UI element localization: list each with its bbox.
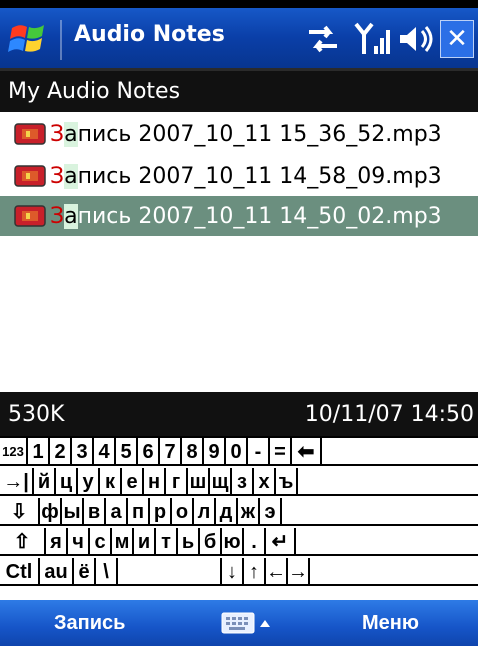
key[interactable]: \ — [96, 558, 118, 586]
tab-key[interactable]: →| — [0, 468, 34, 496]
key[interactable]: ю — [222, 528, 244, 556]
key[interactable]: п — [128, 498, 150, 526]
close-button[interactable]: ✕ — [440, 20, 474, 58]
file-name: Запись 2007_10_11 14_58_09.mp3 — [50, 163, 442, 189]
space-key[interactable] — [118, 558, 222, 586]
keyboard-row: ⇩ ф ы в а п р о л д ж э — [0, 498, 478, 526]
app-title: Audio Notes — [74, 22, 225, 47]
key[interactable]: ф — [40, 498, 62, 526]
key[interactable]: г — [166, 468, 188, 496]
key[interactable]: 2 — [50, 438, 72, 466]
ctrl-key[interactable]: Ctl — [0, 558, 40, 586]
audio-file-icon — [14, 165, 46, 187]
key[interactable]: й — [34, 468, 56, 496]
down-arrow-key[interactable]: ↓ — [222, 558, 244, 586]
file-name: Запись 2007_10_11 15_36_52.mp3 — [50, 121, 442, 147]
enter-key[interactable]: ↵ — [266, 528, 296, 556]
key[interactable]: ж — [238, 498, 260, 526]
key[interactable]: к — [100, 468, 122, 496]
menu-softkey[interactable]: Меню — [362, 612, 419, 635]
caps-key[interactable]: ⇩ — [0, 498, 40, 526]
keyboard-row: →| й ц у к е н г ш щ з х ъ — [0, 468, 478, 496]
key[interactable]: о — [172, 498, 194, 526]
key[interactable]: 6 — [138, 438, 160, 466]
header-title: My Audio Notes — [8, 79, 181, 104]
key[interactable]: б — [200, 528, 222, 556]
key[interactable]: ч — [68, 528, 90, 556]
keyboard-row: 123 1 2 3 4 5 6 7 8 9 0 - = ⬅ — [0, 438, 478, 466]
key[interactable]: з — [232, 468, 254, 496]
key[interactable]: 5 — [116, 438, 138, 466]
key[interactable]: 4 — [94, 438, 116, 466]
record-softkey[interactable]: Запись — [54, 612, 125, 635]
key[interactable]: ъ — [276, 468, 298, 496]
key[interactable]: 0 — [226, 438, 248, 466]
left-arrow-key[interactable]: ← — [266, 558, 288, 586]
signal-icon[interactable] — [352, 20, 392, 58]
key[interactable]: 7 — [160, 438, 182, 466]
shift-key[interactable]: ⇧ — [0, 528, 46, 556]
key[interactable]: 1 — [28, 438, 50, 466]
keyboard-row: Ctl au ё \ ↓ ↑ ← → — [0, 558, 478, 586]
key[interactable]: ё — [74, 558, 96, 586]
backspace-key[interactable]: ⬅ — [292, 438, 322, 466]
file-size: 530K — [8, 402, 65, 427]
key[interactable]: ь — [178, 528, 200, 556]
key[interactable]: = — [270, 438, 292, 466]
key[interactable]: . — [244, 528, 266, 556]
file-row-selected[interactable]: Запись 2007_10_11 14_50_02.mp3 — [0, 196, 478, 236]
file-row[interactable]: Запись 2007_10_11 14_58_09.mp3 — [0, 156, 478, 196]
audio-file-icon — [14, 123, 46, 145]
key[interactable]: и — [134, 528, 156, 556]
key[interactable]: ы — [62, 498, 84, 526]
soft-keyboard: 123 1 2 3 4 5 6 7 8 9 0 - = ⬅ →| й ц у к… — [0, 436, 478, 600]
key[interactable]: - — [248, 438, 270, 466]
key[interactable]: 8 — [182, 438, 204, 466]
key[interactable]: е — [122, 468, 144, 496]
key-123[interactable]: 123 — [0, 438, 28, 466]
title-bar: Audio Notes ✕ — [0, 0, 478, 68]
sync-icon[interactable] — [303, 22, 343, 56]
key[interactable]: р — [150, 498, 172, 526]
volume-icon[interactable] — [396, 22, 436, 56]
status-bar: 530K 10/11/07 14:50 — [0, 392, 478, 436]
key[interactable]: 3 — [72, 438, 94, 466]
file-list: Запись 2007_10_11 15_36_52.mp3 Запись 20… — [0, 112, 478, 392]
key[interactable]: ц — [56, 468, 78, 496]
key[interactable]: д — [216, 498, 238, 526]
menu-bar: Запись Меню — [0, 600, 478, 646]
file-datetime: 10/11/07 14:50 — [304, 402, 474, 427]
up-arrow-key[interactable]: ↑ — [244, 558, 266, 586]
key[interactable]: м — [112, 528, 134, 556]
keyboard-icon[interactable] — [220, 610, 276, 636]
key[interactable]: щ — [210, 468, 232, 496]
key[interactable]: у — [78, 468, 100, 496]
windows-start-icon[interactable] — [6, 18, 52, 62]
key[interactable]: н — [144, 468, 166, 496]
key[interactable]: с — [90, 528, 112, 556]
key[interactable]: л — [194, 498, 216, 526]
right-arrow-key[interactable]: → — [288, 558, 310, 586]
list-header: My Audio Notes — [0, 68, 478, 112]
key[interactable]: х — [254, 468, 276, 496]
close-icon: ✕ — [446, 24, 468, 54]
title-separator — [60, 20, 62, 60]
key[interactable]: а — [106, 498, 128, 526]
keyboard-row: ⇧ я ч с м и т ь б ю . ↵ — [0, 528, 478, 556]
file-name: Запись 2007_10_11 14_50_02.mp3 — [50, 203, 442, 229]
file-row[interactable]: Запись 2007_10_11 15_36_52.mp3 — [0, 114, 478, 154]
key[interactable]: э — [260, 498, 282, 526]
key[interactable]: т — [156, 528, 178, 556]
key[interactable]: ш — [188, 468, 210, 496]
key-au[interactable]: au — [40, 558, 74, 586]
key[interactable]: 9 — [204, 438, 226, 466]
key[interactable]: в — [84, 498, 106, 526]
key[interactable]: я — [46, 528, 68, 556]
audio-file-icon — [14, 205, 46, 227]
